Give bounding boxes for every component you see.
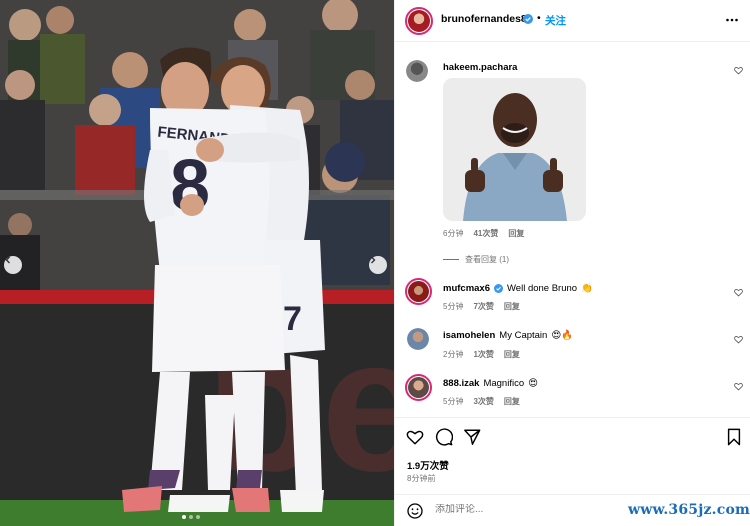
comment-likes[interactable]: 7次赞 <box>473 301 493 312</box>
post-header: brunofernandes8 • 关注 <box>395 0 750 42</box>
bookmark-icon[interactable] <box>726 428 742 446</box>
add-comment-input[interactable] <box>435 504 615 515</box>
comment-time: 6分钟 <box>443 229 464 238</box>
comment-body: mufcmax6 Well done Bruno 👏 <box>443 283 593 294</box>
comment-username[interactable]: mufcmax6 <box>443 283 490 294</box>
comment-icon[interactable] <box>435 428 453 446</box>
emoji-icon[interactable] <box>407 503 423 519</box>
comment-likes[interactable]: 41次赞 <box>473 228 498 239</box>
comment-likes[interactable]: 1次赞 <box>473 349 493 360</box>
comment-likes[interactable]: 3次赞 <box>473 396 493 407</box>
comment-time: 5分钟 <box>443 397 464 406</box>
verified-badge-icon <box>523 14 533 24</box>
comment-emoji: 😍 <box>528 378 539 389</box>
comment-text: Well done Bruno <box>507 283 578 294</box>
carousel-next-button[interactable] <box>369 256 387 274</box>
comment-photo[interactable] <box>443 78 586 221</box>
carousel-indicator <box>182 515 200 519</box>
comment-username[interactable]: hakeem.pachara <box>443 62 517 73</box>
comment-username[interactable]: 888.izak <box>443 378 479 389</box>
chevron-right-icon <box>371 256 376 264</box>
comment-text: My Captain <box>499 330 548 341</box>
heart-outline-icon[interactable] <box>734 382 743 391</box>
more-horizontal-icon[interactable] <box>725 13 739 27</box>
avatar[interactable] <box>405 7 433 35</box>
reply-button[interactable]: 回复 <box>504 349 520 360</box>
verified-badge-icon <box>494 284 503 293</box>
post-photo[interactable]: bet 7 FERNANDES 8 <box>0 0 394 526</box>
comment-username[interactable]: isamohelen <box>443 330 495 341</box>
divider <box>395 494 750 495</box>
divider <box>443 259 459 260</box>
comment-emoji: 👏 <box>581 283 593 294</box>
divider <box>395 417 750 418</box>
jersey-number-back: 7 <box>283 300 302 338</box>
comment-meta: 6分钟 41次赞 回复 <box>443 228 524 239</box>
comment-text: Magnifico <box>483 378 525 389</box>
comment-photo-image <box>443 78 586 221</box>
carousel-dot <box>189 515 193 519</box>
heart-outline-icon[interactable] <box>734 335 743 344</box>
view-replies-button[interactable]: 查看回复 (1) <box>443 254 509 265</box>
post-timestamp: 8分钟前 <box>407 474 436 483</box>
comment-emoji: 😍🔥 <box>551 330 574 341</box>
separator-dot: • <box>537 12 541 24</box>
heart-outline-icon[interactable] <box>734 66 743 75</box>
avatar[interactable] <box>406 60 428 82</box>
carousel-prev-button[interactable] <box>4 256 22 274</box>
likes-count[interactable]: 1.9万次赞 <box>407 458 449 472</box>
photo-scene: bet 7 FERNANDES 8 <box>0 0 394 526</box>
comment-meta: 5分钟 7次赞 回复 <box>443 301 520 312</box>
comment-meta: 5分钟 3次赞 回复 <box>443 396 520 407</box>
reply-button[interactable]: 回复 <box>508 228 524 239</box>
reply-button[interactable]: 回复 <box>504 396 520 407</box>
comment-time: 5分钟 <box>443 302 464 311</box>
share-send-icon[interactable] <box>463 428 481 446</box>
avatar[interactable] <box>405 374 432 401</box>
heart-icon[interactable] <box>406 428 424 446</box>
watermark: www.365jz.com <box>628 502 750 518</box>
heart-outline-icon[interactable] <box>734 288 743 297</box>
view-replies-label: 查看回复 (1) <box>465 255 509 264</box>
comment-time: 2分钟 <box>443 350 464 359</box>
carousel-dot <box>182 515 186 519</box>
avatar[interactable] <box>407 328 429 350</box>
post-author-username[interactable]: brunofernandes8 <box>441 13 527 25</box>
comment-meta: 2分钟 1次赞 回复 <box>443 349 520 360</box>
carousel-dot <box>196 515 200 519</box>
reply-button[interactable]: 回复 <box>504 301 520 312</box>
comment-body: isamohelen My Captain 😍🔥 <box>443 330 573 341</box>
avatar[interactable] <box>405 278 432 305</box>
post-side-panel: brunofernandes8 • 关注 hakeem.pachara 6分钟 … <box>394 0 750 526</box>
follow-button[interactable]: 关注 <box>545 13 566 28</box>
chevron-left-icon <box>5 256 10 264</box>
comment-body: 888.izak Magnifico 😍 <box>443 378 538 389</box>
